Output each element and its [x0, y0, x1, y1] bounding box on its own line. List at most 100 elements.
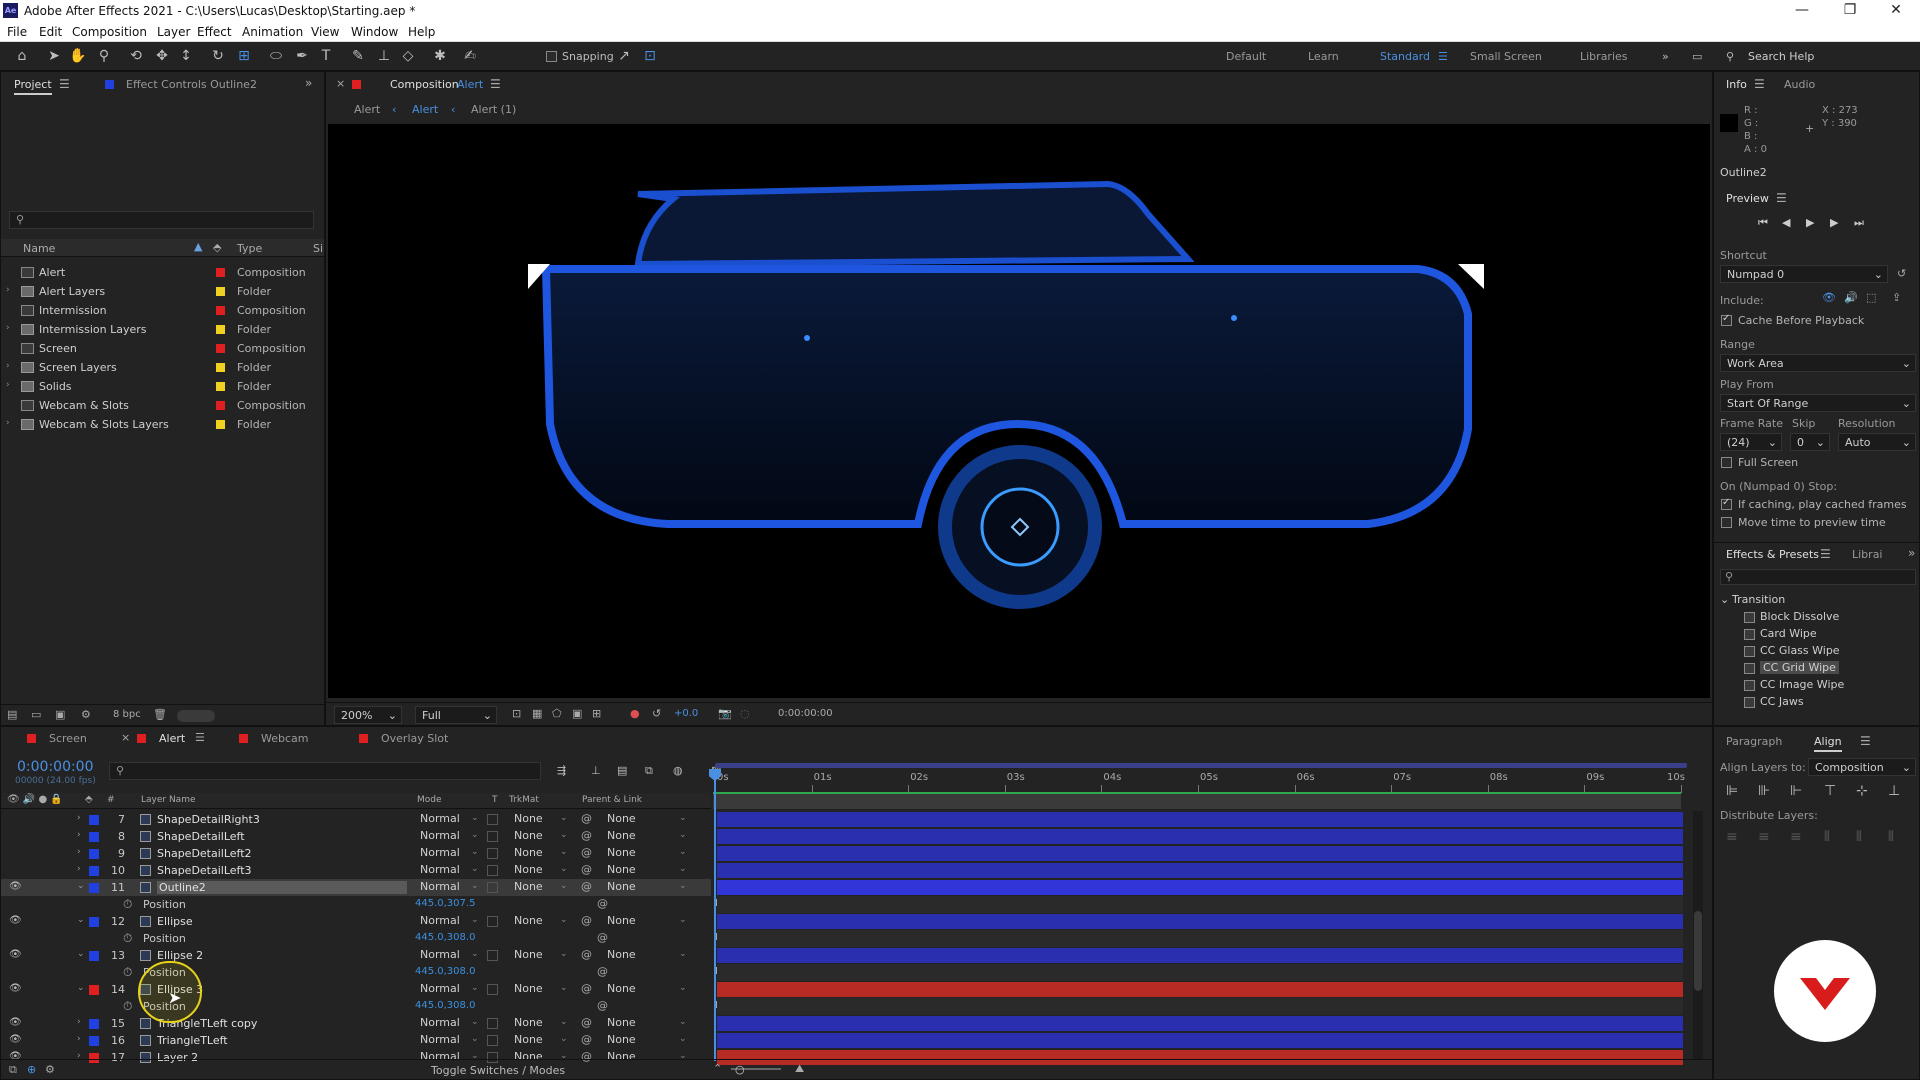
color-management-icon[interactable]: ●	[630, 707, 640, 720]
new-comp-icon[interactable]: ▣	[55, 708, 65, 721]
menu-composition[interactable]: Composition	[72, 25, 147, 39]
col-t[interactable]: T	[492, 795, 498, 805]
preserve-transparency-toggle[interactable]	[487, 814, 498, 825]
frame-rate-dropdown[interactable]: (24) ⌄	[1720, 433, 1782, 451]
property-row[interactable]: ⏱ Position 445.0,308.0 @	[1, 964, 711, 981]
trkmat-chevron-icon[interactable]: ⌄	[560, 1017, 568, 1027]
project-item[interactable]: Intermission Composition	[1, 301, 324, 320]
visibility-eye-icon[interactable]: 👁	[9, 881, 22, 892]
layer-duration-bar[interactable]	[717, 863, 1683, 878]
project-item[interactable]: › Webcam & Slots Layers Folder	[1, 415, 324, 434]
expand-arrow-icon[interactable]: ›	[6, 380, 10, 390]
zoom-tool-icon[interactable]: ⚲	[94, 47, 114, 65]
breadcrumb-alert-1[interactable]: Alert (1)	[471, 103, 516, 116]
pick-whip-icon[interactable]: @	[581, 829, 592, 842]
effect-item[interactable]: CC Image Wipe	[1744, 678, 1909, 693]
parent-chevron-icon[interactable]: ⌄	[679, 881, 687, 891]
project-item[interactable]: Screen Composition	[1, 339, 324, 358]
col-trkmat[interactable]: TrkMat	[509, 795, 539, 805]
delete-icon[interactable]: 🗑	[153, 708, 167, 721]
expand-panels-icon[interactable]: »	[305, 76, 312, 90]
align-hcenter-icon[interactable]: ⊪	[1758, 783, 1770, 799]
pick-whip-icon[interactable]: @	[581, 982, 592, 995]
keyframe-marker[interactable]: I	[715, 1000, 718, 1011]
property-pick-whip-icon[interactable]: @	[597, 999, 608, 1012]
timeline-search-input[interactable]: ⚲	[109, 762, 541, 780]
trkmat-chevron-icon[interactable]: ⌄	[560, 864, 568, 874]
layer-label-color[interactable]	[89, 917, 99, 927]
thumbnail-slider[interactable]	[177, 710, 215, 722]
pick-whip-icon[interactable]: @	[581, 914, 592, 927]
parent-chevron-icon[interactable]: ⌄	[679, 813, 687, 823]
trkmat-chevron-icon[interactable]: ⌄	[560, 949, 568, 959]
parent-chevron-icon[interactable]: ⌄	[679, 983, 687, 993]
export-preview-icon[interactable]: ⇪	[1892, 291, 1901, 304]
tab-project[interactable]: Project	[14, 78, 52, 95]
twirl-arrow-icon[interactable]: ›	[77, 813, 81, 823]
parent-dropdown[interactable]: None	[602, 829, 688, 844]
property-pick-whip-icon[interactable]: @	[597, 931, 608, 944]
trkmat-chevron-icon[interactable]: ⌄	[560, 983, 568, 993]
dolly-camera-icon[interactable]: ↕	[176, 47, 196, 65]
play-icon[interactable]: ▶	[1806, 216, 1814, 229]
cache-checkbox[interactable]	[1721, 313, 1732, 326]
align-right-icon[interactable]: ⊩	[1790, 783, 1802, 799]
stopwatch-icon[interactable]: ⏱	[123, 999, 132, 1014]
comp-timecode[interactable]: 0:00:00:00	[778, 708, 833, 719]
tab-menu-icon[interactable]: ☰	[195, 731, 205, 744]
pick-whip-icon[interactable]: @	[581, 1016, 592, 1029]
close-comp-tab-icon[interactable]: ×	[336, 77, 345, 90]
pick-whip-icon[interactable]: @	[581, 812, 592, 825]
parent-chevron-icon[interactable]: ⌄	[679, 847, 687, 857]
label-color[interactable]	[216, 344, 225, 353]
distribute-top-icon[interactable]: ⫴	[1824, 829, 1830, 845]
tab-libraries[interactable]: Librai	[1852, 548, 1883, 561]
transfer-controls-icon[interactable]: ⊕	[27, 1063, 36, 1076]
workspace-default[interactable]: Default	[1226, 50, 1266, 63]
effects-search-input[interactable]: ⚲	[1720, 569, 1916, 585]
parent-chevron-icon[interactable]: ⌄	[679, 949, 687, 959]
home-icon[interactable]: ⌂	[12, 47, 32, 65]
menu-edit[interactable]: Edit	[39, 25, 62, 39]
keyframe-marker[interactable]: I	[715, 898, 718, 909]
layer-duration-bar[interactable]	[717, 829, 1683, 844]
layer-name[interactable]: ShapeDetailLeft3	[157, 864, 252, 877]
layer-name[interactable]: Ellipse 2	[157, 949, 203, 962]
new-folder-icon[interactable]: ▭	[31, 708, 41, 721]
if-caching-checkbox[interactable]	[1721, 497, 1732, 510]
search-help-input[interactable]: Search Help	[1748, 50, 1814, 63]
tab-audio[interactable]: Audio	[1784, 78, 1815, 91]
workspace-libraries[interactable]: Libraries	[1580, 50, 1628, 63]
parent-chevron-icon[interactable]: ⌄	[679, 830, 687, 840]
timeline-timecode[interactable]: 0:00:00:00	[17, 759, 94, 775]
preserve-transparency-toggle[interactable]	[487, 950, 498, 961]
type-tool-icon[interactable]: T	[316, 47, 336, 65]
composition-viewer[interactable]	[328, 124, 1710, 698]
stopwatch-icon[interactable]: ⏱	[123, 931, 132, 946]
tab-effect-controls[interactable]: Effect Controls Outline2	[126, 78, 257, 91]
property-row[interactable]: ⏱ Position 445.0,307.5 @	[1, 896, 711, 913]
project-item[interactable]: › Screen Layers Folder	[1, 358, 324, 377]
pick-whip-icon[interactable]: @	[581, 948, 592, 961]
col-size[interactable]: Si	[313, 242, 323, 255]
layer-label-color[interactable]	[89, 866, 99, 876]
twirl-arrow-icon[interactable]: ⌄	[77, 949, 85, 959]
layer-label-color[interactable]	[89, 985, 99, 995]
layer-duration-bar[interactable]	[717, 1016, 1683, 1031]
layer-name[interactable]: Outline2	[157, 881, 407, 894]
zoom-out-icon[interactable]: ⌃	[713, 1062, 722, 1075]
visibility-eye-icon[interactable]: 👁	[9, 983, 22, 994]
layer-name[interactable]: Ellipse	[157, 915, 193, 928]
keyframe-marker[interactable]: I	[715, 966, 718, 977]
effect-item[interactable]: CC Jaws	[1744, 695, 1909, 710]
layer-row[interactable]: 👁 › 16 TriangleTLeft Normal ⌄ None ⌄ @ None ⌄	[1, 1032, 711, 1049]
selection-tool-icon[interactable]: ➤	[44, 47, 64, 65]
menu-animation[interactable]: Animation	[242, 25, 303, 39]
twirl-arrow-icon[interactable]: ⌄	[77, 915, 85, 925]
parent-dropdown[interactable]: None	[602, 948, 688, 963]
twirl-arrow-icon[interactable]: ⌄	[77, 983, 85, 993]
label-color[interactable]	[216, 420, 225, 429]
trkmat-chevron-icon[interactable]: ⌄	[560, 830, 568, 840]
visibility-eye-icon[interactable]: 👁	[9, 1034, 22, 1045]
property-row[interactable]: ⏱ Position 445.0,308.0 @	[1, 930, 711, 947]
